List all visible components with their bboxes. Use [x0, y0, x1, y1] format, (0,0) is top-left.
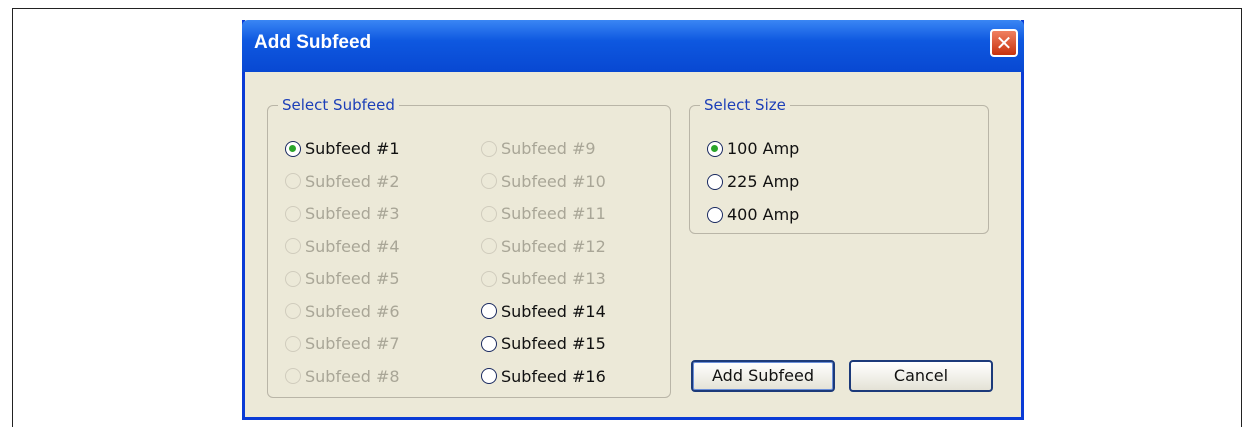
subfeed-radio-option: Subfeed #9: [481, 139, 596, 158]
radio-label: Subfeed #13: [501, 269, 606, 288]
radio-label: 400 Amp: [727, 205, 800, 224]
subfeed-radio-option: Subfeed #4: [285, 237, 400, 256]
subfeed-radio-option: Subfeed #12: [481, 237, 606, 256]
radio-button-icon[interactable]: [707, 206, 723, 223]
subfeed-radio-option[interactable]: Subfeed #16: [481, 367, 606, 386]
radio-label: Subfeed #12: [501, 236, 606, 256]
radio-label: Subfeed #14: [501, 301, 606, 321]
radio-label: Subfeed #4: [305, 236, 400, 256]
radio-button-icon: [285, 173, 301, 189]
subfeed-radio-option: Subfeed #2: [285, 172, 400, 191]
radio-button-icon[interactable]: [707, 173, 723, 190]
radio-button-icon[interactable]: [481, 368, 497, 384]
size-radio-option[interactable]: 225 Amp: [707, 172, 799, 191]
title-bar[interactable]: Add Subfeed ✕: [242, 20, 1024, 72]
size-radio-option[interactable]: 100 Amp: [707, 139, 799, 158]
radio-label: Subfeed #2: [305, 171, 400, 191]
subfeed-radio-option[interactable]: Subfeed #1: [285, 139, 400, 158]
subfeed-radio-option: Subfeed #3: [285, 204, 400, 223]
radio-label: Subfeed #16: [501, 366, 606, 386]
radio-button-icon[interactable]: [481, 335, 497, 352]
radio-label: Subfeed #10: [501, 171, 606, 191]
radio-button-icon: [481, 238, 497, 254]
radio-label: Subfeed #5: [305, 269, 400, 288]
select-size-group: Select Size 100 Amp 225 Amp 400 Amp: [689, 96, 989, 234]
radio-button-icon: [285, 335, 301, 352]
close-icon: ✕: [995, 31, 1013, 55]
radio-label: Subfeed #15: [501, 334, 606, 353]
radio-label: 100 Amp: [727, 139, 800, 158]
radio-label: Subfeed #8: [305, 366, 400, 386]
radio-button-icon[interactable]: [707, 140, 723, 157]
radio-label: Subfeed #11: [501, 204, 606, 223]
subfeed-radio-option: Subfeed #10: [481, 172, 606, 191]
add-subfeed-button[interactable]: Add Subfeed: [691, 360, 835, 392]
radio-button-icon: [481, 270, 497, 287]
add-subfeed-dialog: Add Subfeed ✕ Select Subfeed Subfeed #1 S…: [242, 20, 1024, 420]
subfeed-radio-option[interactable]: Subfeed #15: [481, 334, 606, 353]
subfeed-radio-option: Subfeed #8: [285, 367, 400, 386]
radio-label: Subfeed #6: [305, 301, 400, 321]
subfeed-radio-option: Subfeed #5: [285, 269, 400, 288]
radio-label: Subfeed #3: [305, 204, 400, 223]
radio-button-icon: [481, 140, 497, 157]
radio-button-icon: [285, 238, 301, 254]
subfeed-radio-option[interactable]: Subfeed #14: [481, 302, 606, 321]
radio-button-icon: [285, 270, 301, 287]
radio-label: 225 Amp: [727, 172, 800, 191]
radio-button-icon[interactable]: [285, 140, 301, 157]
subfeed-radio-option: Subfeed #11: [481, 204, 606, 223]
radio-button-icon: [285, 368, 301, 384]
radio-label: Subfeed #9: [501, 139, 596, 158]
radio-button-icon: [481, 173, 497, 189]
dialog-title: Add Subfeed: [254, 32, 372, 53]
subfeed-radio-option: Subfeed #13: [481, 269, 606, 288]
select-subfeed-legend: Select Subfeed: [282, 96, 395, 114]
select-size-legend: Select Size: [704, 96, 786, 114]
radio-button-icon: [285, 303, 301, 319]
radio-button-icon[interactable]: [481, 303, 497, 319]
radio-button-icon: [285, 205, 301, 222]
size-radio-option[interactable]: 400 Amp: [707, 205, 799, 224]
radio-label: Subfeed #7: [305, 334, 400, 353]
radio-button-icon: [481, 205, 497, 222]
close-button[interactable]: ✕: [990, 29, 1018, 57]
radio-label: Subfeed #1: [305, 139, 400, 158]
subfeed-radio-option: Subfeed #6: [285, 302, 400, 321]
cancel-button[interactable]: Cancel: [849, 360, 993, 392]
select-subfeed-group: Select Subfeed Subfeed #1 Subfeed #2 Subfe…: [267, 96, 671, 398]
subfeed-radio-option: Subfeed #7: [285, 334, 400, 353]
